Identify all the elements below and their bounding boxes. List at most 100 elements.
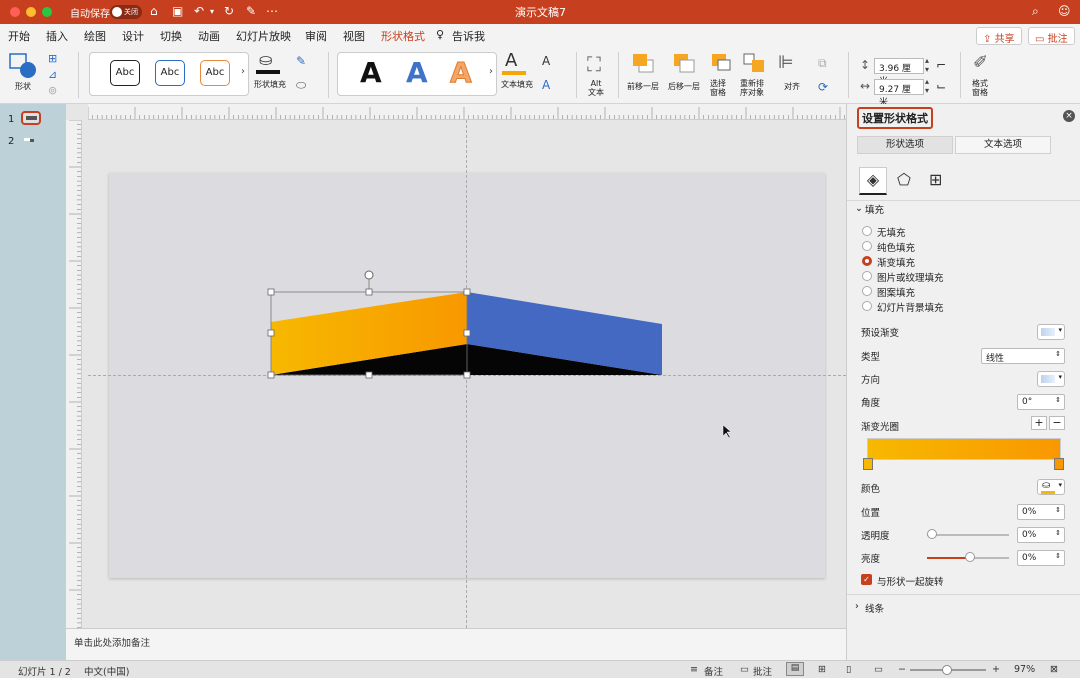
tab-shape-options[interactable]: 形状选项 bbox=[857, 136, 953, 154]
lock-aspect-icon[interactable]: ⌙ bbox=[936, 79, 946, 93]
rotate-with-shape-label: 与形状一起旋转 bbox=[877, 577, 944, 588]
gradient-stop-right[interactable] bbox=[1054, 458, 1064, 470]
line-section-header[interactable]: 线条 bbox=[865, 601, 884, 615]
effects-pentagon-icon[interactable]: ⬠ bbox=[897, 170, 911, 189]
fill-line-icon[interactable]: ◈ bbox=[859, 167, 887, 195]
fill-option-radio[interactable] bbox=[862, 301, 872, 311]
width-field[interactable]: 9.27 厘米 bbox=[874, 79, 924, 108]
zoom-slider-knob[interactable] bbox=[942, 665, 952, 675]
gradient-bar[interactable] bbox=[867, 438, 1061, 460]
angle-value: 0° bbox=[1022, 397, 1033, 407]
resize-handle[interactable] bbox=[267, 329, 275, 337]
search-icon[interactable]: ⌕ bbox=[1032, 4, 1039, 19]
zoom-out-icon[interactable]: − bbox=[898, 664, 906, 675]
slideshow-icon[interactable]: ▭ bbox=[874, 664, 883, 675]
fill-option-label[interactable]: 图案填充 bbox=[877, 285, 915, 299]
fill-option-radio[interactable] bbox=[862, 286, 872, 296]
angle-field[interactable]: 0° ⇕ bbox=[1017, 394, 1065, 410]
add-stop-button[interactable]: + bbox=[1031, 416, 1047, 430]
comment-icon: ▭ bbox=[1035, 34, 1048, 45]
zoom-in-icon[interactable]: + bbox=[992, 664, 1000, 675]
paint-bucket-icon: ⛀ bbox=[1042, 480, 1051, 491]
collapse-fill-icon[interactable]: ⌄ bbox=[855, 203, 863, 214]
share-icon: ⇪ bbox=[983, 34, 995, 45]
angle-label: 角度 bbox=[861, 398, 881, 409]
direction-label: 方向 bbox=[861, 375, 881, 386]
divider bbox=[960, 52, 961, 98]
position-field[interactable]: 0% ⇕ bbox=[1017, 504, 1065, 520]
language-indicator[interactable]: 中文(中国) bbox=[84, 664, 129, 678]
transparency-slider[interactable] bbox=[927, 534, 1009, 536]
preset-gradient-label: 预设渐变 bbox=[861, 328, 900, 339]
notes-pane[interactable]: 单击此处添加备注 bbox=[66, 628, 846, 660]
tab-text-options[interactable]: 文本选项 bbox=[955, 136, 1051, 154]
fill-option-label[interactable]: 渐变填充 bbox=[877, 255, 915, 269]
close-pane-icon[interactable]: × bbox=[1063, 110, 1075, 122]
brightness-slider-knob[interactable] bbox=[965, 552, 975, 562]
position-label: 位置 bbox=[861, 508, 881, 519]
divider bbox=[848, 52, 849, 98]
fill-section-header[interactable]: 填充 bbox=[865, 202, 884, 216]
format-pane-icon[interactable]: ✐ bbox=[973, 52, 988, 73]
position-value: 0% bbox=[1022, 507, 1037, 517]
fill-option-radio[interactable] bbox=[862, 241, 872, 251]
resize-handle[interactable] bbox=[463, 329, 471, 337]
fit-to-window-icon[interactable]: ⊠ bbox=[1050, 664, 1058, 675]
expand-line-icon[interactable]: › bbox=[855, 601, 859, 612]
fill-option-radio[interactable] bbox=[862, 271, 872, 281]
color-picker-button[interactable]: ⛀ ▾ bbox=[1037, 479, 1065, 495]
zoom-level[interactable]: 97% bbox=[1014, 664, 1035, 675]
divider bbox=[847, 200, 1080, 201]
share-label: 共享 bbox=[994, 34, 1015, 45]
format-pane-label[interactable]: 格式 窗格 bbox=[972, 79, 988, 97]
rotation-handle[interactable] bbox=[364, 270, 374, 280]
fill-option-radio[interactable] bbox=[862, 256, 872, 266]
resize-handle[interactable] bbox=[463, 371, 471, 379]
slide-sorter-icon[interactable]: ⊞ bbox=[818, 664, 826, 675]
fill-option-label[interactable]: 幻灯片背景填充 bbox=[877, 300, 944, 314]
size-properties-icon[interactable]: ⊞ bbox=[929, 170, 942, 189]
height-icon: ↕ bbox=[860, 58, 871, 72]
fill-option-label[interactable]: 纯色填充 bbox=[877, 240, 915, 254]
width-stepper[interactable]: ▴ ▾ bbox=[925, 77, 929, 95]
notes-icon: ≡ bbox=[690, 664, 698, 675]
comments-button[interactable]: ▭ 批注 bbox=[1028, 27, 1075, 45]
resize-handle[interactable] bbox=[365, 288, 373, 296]
brightness-label: 亮度 bbox=[861, 554, 881, 565]
brightness-value: 0% bbox=[1022, 553, 1037, 563]
gradient-stops-label: 渐变光圈 bbox=[861, 422, 900, 433]
reading-view-icon[interactable]: ▯ bbox=[846, 664, 851, 675]
resize-handle[interactable] bbox=[267, 371, 275, 379]
resize-handle[interactable] bbox=[463, 288, 471, 296]
height-stepper[interactable]: ▴ ▾ bbox=[925, 56, 929, 74]
brightness-field[interactable]: 0% ⇕ bbox=[1017, 550, 1065, 566]
gradient-stop-left[interactable] bbox=[863, 458, 873, 470]
preset-gradient-dropdown[interactable]: ▾ bbox=[1037, 324, 1065, 340]
slide-count: 幻灯片 1 / 2 bbox=[18, 667, 71, 678]
comments-label: 批注 bbox=[1047, 34, 1068, 45]
normal-view-icon[interactable]: ▤ bbox=[786, 662, 804, 676]
remove-stop-button[interactable]: − bbox=[1049, 416, 1065, 430]
fill-option-label[interactable]: 无填充 bbox=[877, 225, 906, 239]
fill-option-radio[interactable] bbox=[862, 226, 872, 236]
comments-toggle[interactable]: 批注 bbox=[753, 664, 772, 678]
fill-option-label[interactable]: 图片或纹理填充 bbox=[877, 270, 944, 284]
divider bbox=[847, 594, 1080, 595]
height-field[interactable]: 3.96 厘米 bbox=[874, 58, 924, 87]
account-icon[interactable]: ☺ bbox=[1058, 4, 1071, 18]
share-button[interactable]: ⇪ 共享 bbox=[976, 27, 1022, 45]
transparency-field[interactable]: 0% ⇕ bbox=[1017, 527, 1065, 543]
type-label: 类型 bbox=[861, 352, 881, 363]
transparency-slider-knob[interactable] bbox=[927, 529, 937, 539]
brightness-slider-fill bbox=[927, 557, 969, 559]
color-label: 颜色 bbox=[861, 484, 881, 495]
rotate-with-shape-checkbox[interactable]: ✓ bbox=[861, 574, 872, 585]
comments-icon: ▭ bbox=[740, 664, 749, 675]
format-shape-pane: 设置形状格式 × 形状选项 文本选项 ◈ ⬠ ⊞ ⌄ 填充 预设渐变 ▾ 类型 … bbox=[846, 104, 1080, 660]
notes-toggle[interactable]: 备注 bbox=[704, 664, 723, 678]
resize-handle[interactable] bbox=[267, 288, 275, 296]
resize-handle[interactable] bbox=[365, 371, 373, 379]
type-dropdown[interactable]: 线性 ⇕ bbox=[981, 348, 1065, 364]
direction-dropdown[interactable]: ▾ bbox=[1037, 371, 1065, 387]
crop-icon[interactable]: ⌐ bbox=[936, 58, 946, 72]
